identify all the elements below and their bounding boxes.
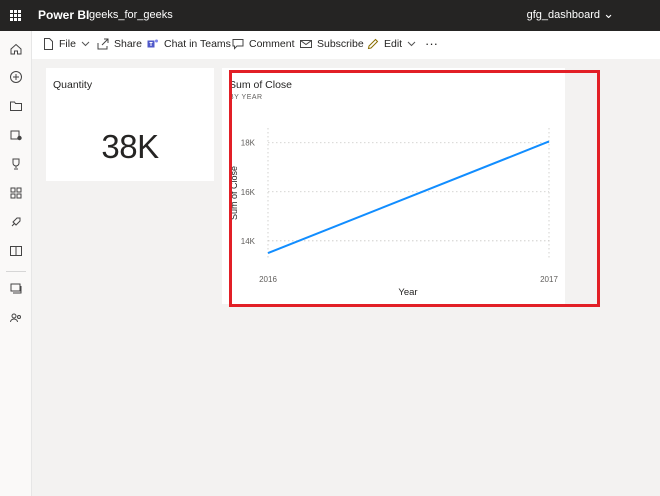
file-label: File xyxy=(59,38,76,50)
line-chart: Sum of Close BY YEAR 14K 16K 18K 2016 2017 Year… xyxy=(229,79,558,298)
action-bar: File Share Chat in Teams Comment Subscri… xyxy=(32,31,660,59)
chevron-down-icon xyxy=(407,39,416,49)
data-hub-icon[interactable] xyxy=(8,127,24,143)
x-axis-label: Year xyxy=(398,287,417,298)
workspace-link[interactable]: geeks_for_geeks xyxy=(89,9,173,21)
file-icon xyxy=(42,38,54,50)
share-button[interactable]: Share xyxy=(97,38,142,50)
chart-title: Sum of Close xyxy=(229,79,292,91)
left-nav xyxy=(0,31,32,496)
report-title[interactable]: gfg_dashboard xyxy=(527,9,600,21)
more-options-button[interactable]: ··· xyxy=(425,36,438,51)
file-menu-button[interactable]: File xyxy=(42,38,90,50)
comment-button[interactable]: Comment xyxy=(232,38,295,50)
y-axis-label: Sum of Close xyxy=(229,166,239,220)
comment-icon xyxy=(232,38,244,50)
nav-divider xyxy=(6,271,26,272)
comment-label: Comment xyxy=(249,38,295,50)
goals-icon[interactable] xyxy=(8,156,24,172)
apps-icon[interactable] xyxy=(8,185,24,201)
browse-icon[interactable] xyxy=(8,98,24,114)
chevron-down-icon[interactable]: ⌄ xyxy=(603,6,614,22)
subscribe-label: Subscribe xyxy=(317,38,364,50)
card-title: Quantity xyxy=(53,79,93,91)
mail-icon xyxy=(300,38,312,50)
pencil-icon xyxy=(367,38,379,50)
app-name[interactable]: Power BI xyxy=(38,8,89,22)
deployment-icon[interactable] xyxy=(8,214,24,230)
subscribe-button[interactable]: Subscribe xyxy=(300,38,364,50)
y-tick-label: 16K xyxy=(241,188,256,197)
chat-in-teams-button[interactable]: Chat in Teams xyxy=(147,38,231,50)
line-chart-tile[interactable]: Sum of Close BY YEAR 14K 16K 18K 2016 2017 Year… xyxy=(222,68,565,304)
chevron-down-icon xyxy=(81,39,90,49)
x-tick-label: 2017 xyxy=(540,275,558,284)
app-launcher-icon[interactable] xyxy=(0,0,31,31)
edit-label: Edit xyxy=(384,38,403,50)
workspaces-icon[interactable] xyxy=(8,280,24,296)
chart-subtitle: BY YEAR xyxy=(229,94,263,101)
y-tick-label: 18K xyxy=(241,139,256,148)
my-workspace-icon[interactable] xyxy=(8,310,24,326)
learn-icon[interactable] xyxy=(8,243,24,259)
x-tick-label: 2016 xyxy=(259,275,277,284)
teams-icon xyxy=(147,38,159,50)
share-label: Share xyxy=(114,38,143,50)
card-value: 38K xyxy=(101,128,159,165)
chat-in-teams-label: Chat in Teams xyxy=(164,38,231,50)
y-tick-label: 14K xyxy=(241,237,256,246)
create-icon[interactable] xyxy=(8,69,24,85)
top-bar: Power BI geeks_for_geeks gfg_dashboard ⌄ xyxy=(0,0,660,31)
quantity-card-tile[interactable]: Quantity 38K xyxy=(46,68,214,181)
edit-button[interactable]: Edit xyxy=(367,38,416,50)
home-icon[interactable] xyxy=(8,41,24,57)
series-line xyxy=(267,140,550,255)
share-icon xyxy=(97,38,109,50)
